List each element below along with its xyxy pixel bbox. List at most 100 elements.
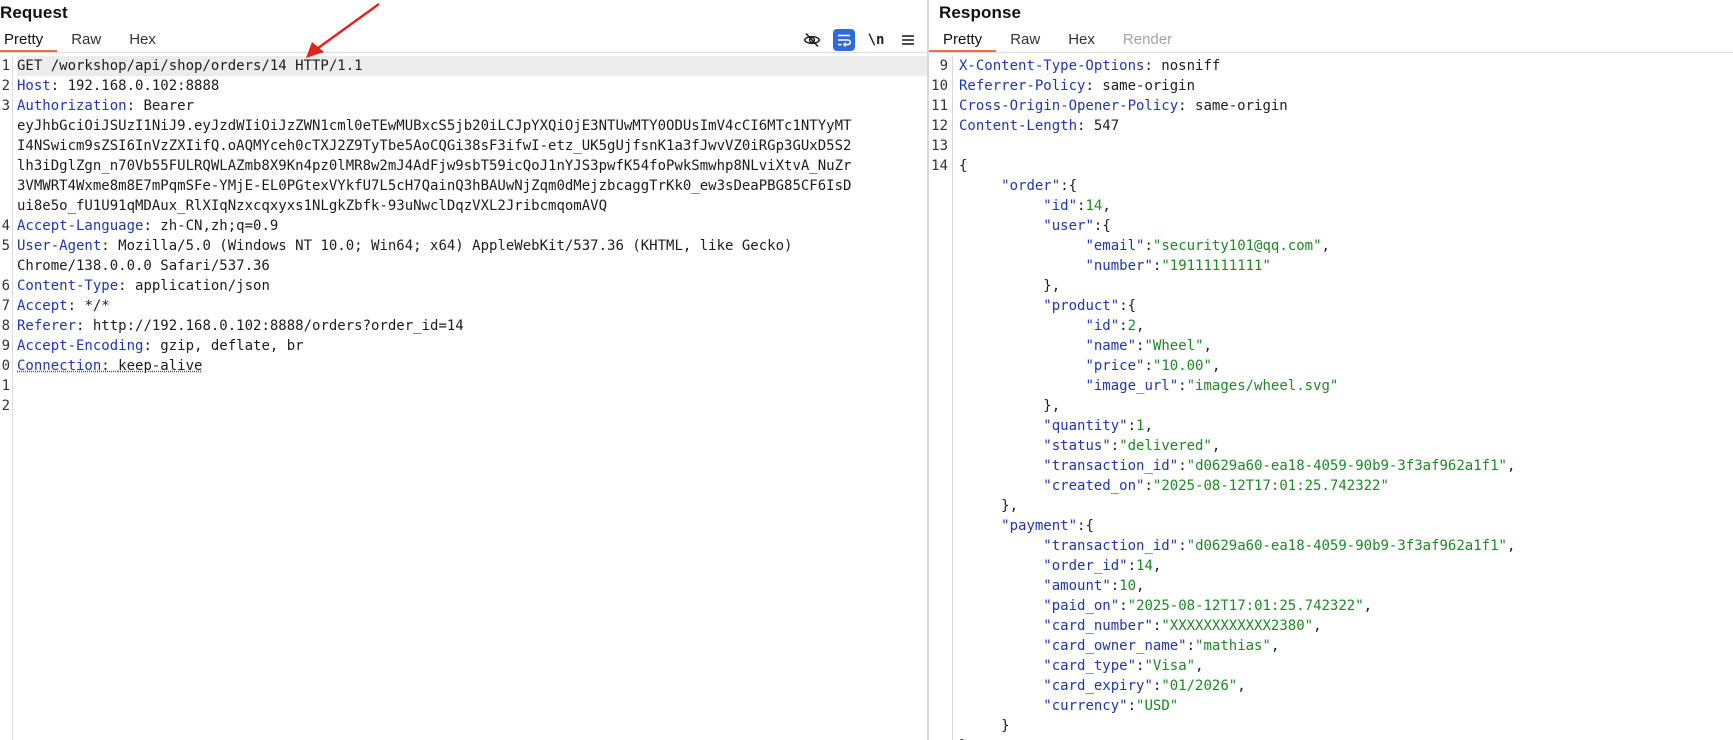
response-line[interactable]: Content-Length: 547: [959, 116, 1733, 136]
response-line[interactable]: "card_number":"XXXXXXXXXXXX2380",: [959, 616, 1733, 636]
response-line[interactable]: "id":14,: [959, 196, 1733, 216]
response-line[interactable]: }: [959, 716, 1733, 736]
request-line[interactable]: Accept-Language: zh-CN,zh;q=0.9: [17, 216, 927, 236]
response-line[interactable]: "user":{: [959, 216, 1733, 236]
request-line[interactable]: 3VMWRT4Wxme8m8E7mPqmSFe-YMjE-EL0PGtexVYk…: [17, 176, 927, 196]
request-line[interactable]: lh3iDglZgn_n70Vb55FULRQWLAZmb8X9Kn4pz0lM…: [17, 156, 927, 176]
response-line[interactable]: "paid_on":"2025-08-12T17:01:25.742322",: [959, 596, 1733, 616]
response-line[interactable]: X-Content-Type-Options: nosniff: [959, 56, 1733, 76]
json-quote: ": [1355, 598, 1364, 614]
response-line[interactable]: "image_url":"images/wheel.svg": [959, 376, 1733, 396]
tab-request-raw[interactable]: Raw: [57, 27, 115, 53]
response-line[interactable]: [959, 136, 1733, 156]
response-line[interactable]: "card_type":"Visa",: [959, 656, 1733, 676]
request-line[interactable]: Host: 192.168.0.102:8888: [17, 76, 927, 96]
header-field: User-Agent: Mozilla/5.0 (Windows NT 10.0…: [17, 238, 792, 254]
request-line[interactable]: [17, 376, 927, 396]
request-line[interactable]: eyJhbGciOiJSUzI1NiJ9.eyJzdWIiOiJzZWN1cml…: [17, 116, 927, 136]
json-punctuation: },: [1043, 278, 1061, 294]
tab-request-pretty[interactable]: Pretty: [0, 27, 58, 53]
response-line[interactable]: },: [959, 276, 1733, 296]
json-quote: ": [1085, 378, 1094, 394]
json-colon: :: [1144, 358, 1153, 374]
response-code[interactable]: X-Content-Type-Options: nosniff Referrer-…: [959, 56, 1733, 740]
response-line[interactable]: "transaction_id":"d0629a60-ea18-4059-90b…: [959, 536, 1733, 556]
response-line[interactable]: {: [959, 156, 1733, 176]
hamburger-menu-icon[interactable]: [897, 29, 919, 51]
response-line[interactable]: "currency":"USD": [959, 696, 1733, 716]
response-line[interactable]: "id":2,: [959, 316, 1733, 336]
request-line[interactable]: Referer: http://192.168.0.102:8888/order…: [17, 316, 927, 336]
request-line[interactable]: User-Agent: Mozilla/5.0 (Windows NT 10.0…: [17, 236, 927, 256]
header-name: Accept-Language: [17, 218, 144, 234]
response-line[interactable]: }: [959, 736, 1733, 740]
response-line[interactable]: "price":"10.00",: [959, 356, 1733, 376]
json-punctuation: ,: [1506, 458, 1516, 474]
response-line[interactable]: "amount":10,: [959, 576, 1733, 596]
request-code[interactable]: GET /workshop/api/shop/orders/14 HTTP/1.…: [17, 56, 927, 740]
json-punctuation: ,: [1203, 338, 1212, 354]
response-line[interactable]: "card_owner_name":"mathias",: [959, 636, 1733, 656]
response-line[interactable]: "product":{: [959, 296, 1733, 316]
response-editor[interactable]: 9 10 11 12 13 14 X-Content-Type-Options: nosn…: [929, 56, 1733, 740]
request-line[interactable]: Accept: */*: [17, 296, 927, 316]
json-quote: ": [1262, 638, 1271, 654]
json-punctuation: :{: [1060, 178, 1078, 194]
tab-request-hex[interactable]: Hex: [115, 27, 170, 53]
request-line[interactable]: Content-Type: application/json: [17, 276, 927, 296]
response-title: Response: [939, 3, 1022, 22]
response-line[interactable]: },: [959, 396, 1733, 416]
line-number: 6: [1, 278, 10, 294]
json-quote: ": [1102, 438, 1111, 454]
json-punctuation: ,: [1270, 638, 1280, 654]
word-wrap-icon[interactable]: [833, 29, 855, 51]
response-tabs: Pretty Raw Hex Render: [929, 27, 1186, 53]
response-line[interactable]: },: [959, 496, 1733, 516]
response-line[interactable]: Cross-Origin-Opener-Policy: same-origin: [959, 96, 1733, 116]
newline-toggle-button[interactable]: \n: [865, 29, 887, 51]
response-line[interactable]: "number":"19111111111": [959, 256, 1733, 276]
header-separator: :: [101, 238, 119, 254]
request-line[interactable]: Authorization: Bearer: [17, 96, 927, 116]
tab-response-raw[interactable]: Raw: [996, 27, 1054, 53]
header-separator: :: [101, 358, 119, 374]
request-editor[interactable]: 1 2 3 4 5 6 7 8 9 0 1 2 GET /workshop/api/shop/orde…: [0, 56, 927, 740]
json-quote: ": [1043, 558, 1052, 574]
response-line[interactable]: "quantity":1,: [959, 416, 1733, 436]
request-line[interactable]: [17, 396, 927, 416]
request-line[interactable]: I4NSwicm9sZSI6InVzZXIifQ.oAQMYceh0cTXJ2Z…: [17, 136, 927, 156]
request-line[interactable]: Connection: keep-alive: [17, 356, 927, 376]
response-line[interactable]: "transaction_id":"d0629a60-ea18-4059-90b…: [959, 456, 1733, 476]
json-quote: ": [1329, 378, 1339, 394]
response-line[interactable]: Referrer-Policy: same-origin: [959, 76, 1733, 96]
tab-response-hex[interactable]: Hex: [1054, 27, 1109, 53]
line-number: 9: [939, 58, 948, 74]
json-quote: ": [1043, 218, 1052, 234]
response-line[interactable]: "payment":{: [959, 516, 1733, 536]
header-value: 547: [1093, 118, 1120, 134]
line-number: 1: [1, 58, 10, 74]
response-line[interactable]: "order":{: [959, 176, 1733, 196]
tab-response-pretty[interactable]: Pretty: [929, 27, 997, 53]
response-line[interactable]: "card_expiry":"01/2026",: [959, 676, 1733, 696]
header-value: same-origin: [1195, 98, 1288, 114]
json-key: currency: [1051, 698, 1120, 714]
response-line[interactable]: "order_id":14,: [959, 556, 1733, 576]
response-line[interactable]: "status":"delivered",: [959, 436, 1733, 456]
eye-slash-icon[interactable]: [801, 29, 823, 51]
request-line[interactable]: ui8e5o_fU1U91qMDAux_RlXIqNzxcqxyxs1NLgkZ…: [17, 196, 927, 216]
request-line[interactable]: Chrome/138.0.0.0 Safari/537.36: [17, 256, 927, 276]
request-line[interactable]: Accept-Encoding: gzip, deflate, br: [17, 336, 927, 356]
request-line[interactable]: GET /workshop/api/shop/orders/14 HTTP/1.…: [17, 56, 927, 76]
response-line[interactable]: "name":"Wheel",: [959, 336, 1733, 356]
response-line[interactable]: "created_on":"2025-08-12T17:01:25.742322…: [959, 476, 1733, 496]
response-line[interactable]: "email":"security101@qq.com",: [959, 236, 1733, 256]
header-field: Referer: http://192.168.0.102:8888/order…: [17, 318, 464, 334]
